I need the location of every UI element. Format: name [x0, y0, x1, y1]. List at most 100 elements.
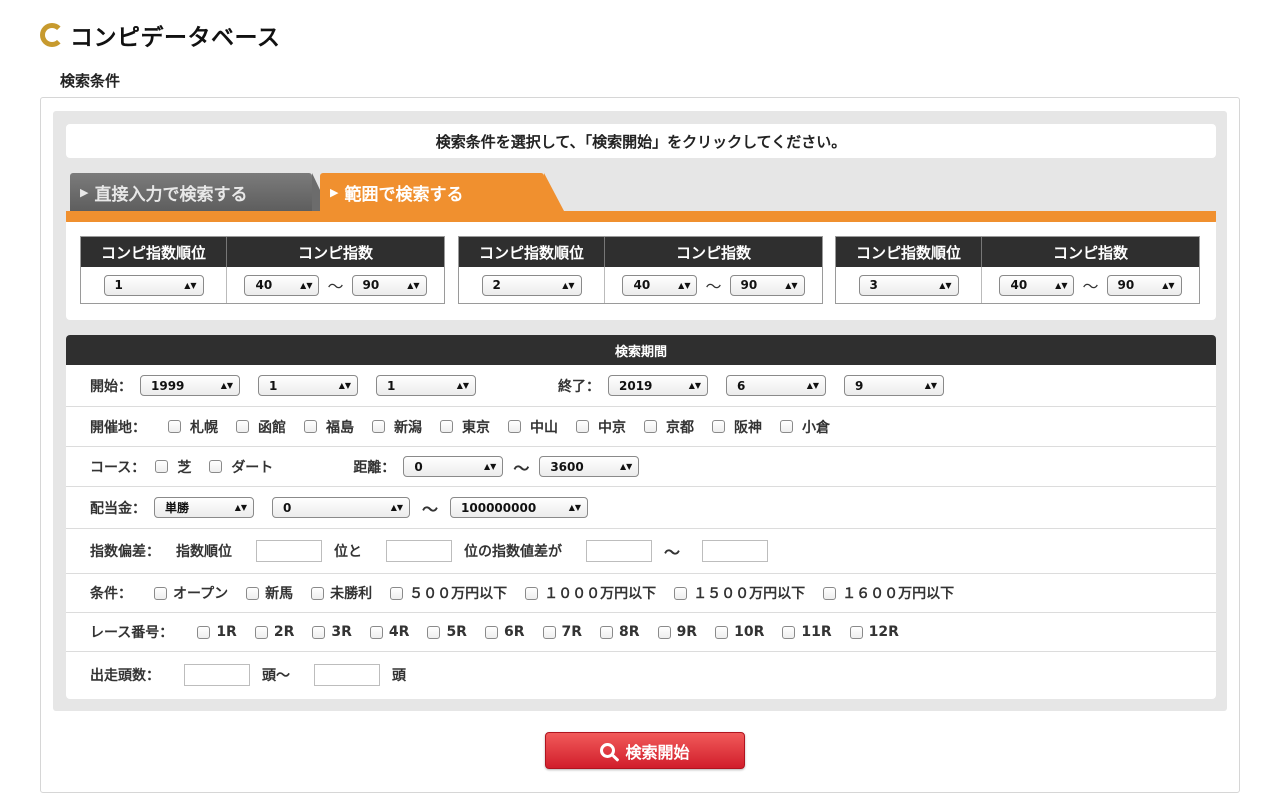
race-number-checkbox[interactable]: 2R	[254, 624, 294, 640]
venue-checkbox[interactable]: 中山	[508, 417, 558, 437]
condition-checkbox[interactable]: １５００万円以下	[674, 583, 805, 603]
venue-checkbox[interactable]: 阪神	[712, 417, 762, 437]
race-number-checkbox[interactable]: 1R	[197, 624, 237, 640]
deviation-min-input[interactable]	[586, 540, 652, 562]
race-number-checkbox[interactable]: 10R	[715, 624, 764, 640]
c-logo-icon	[40, 23, 64, 47]
runners-mid-label: 頭〜	[262, 667, 290, 684]
deviation-rank-b-input[interactable]	[386, 540, 452, 562]
condition-label: 条件：	[90, 586, 132, 602]
venue-checkbox[interactable]: 函館	[236, 417, 286, 437]
runners-min-input[interactable]	[184, 663, 250, 686]
start-label: 開始：	[90, 378, 132, 395]
tab-label: 直接入力で検索する	[94, 184, 248, 205]
rank-select[interactable]: 2 ▲▼	[481, 274, 582, 296]
select-arrows-icon: ▲▼	[390, 503, 403, 512]
index-header: コンピ指数	[1052, 243, 1128, 262]
select-arrows-icon: ▲▼	[300, 280, 313, 290]
select-arrows-icon: ▲▼	[806, 381, 819, 390]
select-arrows-icon: ▲▼	[568, 503, 582, 512]
deviation-row: 指数偏差： 指数順位 位と 位の指数値差が 〜	[66, 529, 1216, 574]
end-day-select[interactable]: 9 ▲▼	[844, 375, 944, 396]
venue-label: 開催地：	[90, 419, 146, 436]
condition-checkbox[interactable]: １０００万円以下	[525, 583, 656, 603]
select-arrows-icon: ▲▼	[688, 381, 701, 390]
index-table-2: コンピ指数順位 コンピ指数 2 ▲▼ 40 ▲▼ 〜 90 ▲▼	[458, 236, 823, 304]
payout-max-select[interactable]: 100000000 ▲▼	[450, 497, 589, 518]
select-arrows-icon: ▲▼	[407, 280, 420, 290]
index-max-select[interactable]: 90 ▲▼	[1106, 274, 1182, 296]
race-number-label: レース番号：	[90, 625, 174, 641]
search-start-button[interactable]: 検索開始	[545, 732, 745, 769]
course-checkbox[interactable]: ダート	[209, 457, 273, 477]
venue-checkbox[interactable]: 東京	[440, 417, 490, 437]
payout-type-select[interactable]: 単勝 ▲▼	[154, 497, 254, 518]
deviation-rank-a-input[interactable]	[256, 540, 322, 562]
end-month-select[interactable]: 6 ▲▼	[726, 375, 826, 396]
race-number-checkbox[interactable]: 7R	[542, 624, 582, 640]
venue-checkbox[interactable]: 中京	[576, 417, 626, 437]
rank-select[interactable]: 3 ▲▼	[858, 274, 959, 296]
race-number-checkbox[interactable]: 6R	[484, 624, 525, 640]
deviation-diff-label: 位の指数値差が	[464, 544, 562, 560]
search-mode-tabs: ▶ 直接入力で検索する ▶ 範囲で検索する	[66, 170, 1216, 223]
page-title: コンピデータベース	[40, 18, 280, 52]
runners-max-input[interactable]	[314, 663, 380, 686]
runners-row: 出走頭数： 頭〜 頭	[66, 652, 1216, 697]
condition-checkbox[interactable]: オープン	[154, 583, 228, 603]
select-arrows-icon: ▲▼	[234, 503, 247, 512]
index-min-select[interactable]: 40 ▲▼	[244, 274, 320, 296]
deviation-max-input[interactable]	[702, 540, 769, 562]
select-arrows-icon: ▲▼	[338, 381, 351, 390]
condition-checkbox[interactable]: 新馬	[246, 583, 293, 603]
race-number-checkbox[interactable]: 11R	[782, 624, 832, 640]
end-year-select[interactable]: 2019 ▲▼	[608, 375, 708, 396]
section-label: 検索条件	[60, 72, 121, 90]
distance-min-select[interactable]: 0 ▲▼	[403, 456, 504, 477]
tab-range-search[interactable]: ▶ 範囲で検索する	[320, 173, 564, 211]
period-header: 検索期間	[66, 335, 1216, 365]
select-arrows-icon: ▲▼	[785, 280, 798, 290]
index-min-select[interactable]: 40 ▲▼	[622, 274, 698, 296]
rank-header: コンピ指数順位	[81, 237, 227, 267]
condition-checkbox[interactable]: 未勝利	[311, 583, 372, 603]
index-min-select[interactable]: 40 ▲▼	[999, 274, 1075, 296]
race-number-checkbox[interactable]: 4R	[369, 624, 409, 640]
select-arrows-icon: ▲▼	[220, 381, 233, 390]
venue-checkbox[interactable]: 札幌	[168, 417, 218, 437]
race-number-checkbox[interactable]: 5R	[427, 624, 467, 640]
tab-direct-input[interactable]: ▶ 直接入力で検索する	[70, 173, 330, 211]
distance-max-select[interactable]: 3600 ▲▼	[539, 456, 640, 477]
select-arrows-icon: ▲▼	[678, 280, 691, 290]
search-period-panel: 検索期間 開始： 1999 ▲▼ 1 ▲▼ 1 ▲▼ 終了： 2019 ▲▼ 6 ▲▼ 9…	[66, 335, 1216, 699]
select-arrows-icon: ▲▼	[620, 462, 633, 471]
venue-checkbox[interactable]: 京都	[644, 417, 694, 437]
payout-label: 配当金：	[90, 500, 146, 517]
start-year-select[interactable]: 1999 ▲▼	[140, 375, 240, 396]
condition-checkbox[interactable]: １６００万円以下	[823, 583, 954, 603]
race-number-checkbox[interactable]: 9R	[657, 624, 697, 640]
instruction-text: 検索条件を選択して、「検索開始」をクリックしてください。	[66, 124, 1216, 158]
race-number-checkbox[interactable]: 12R	[849, 624, 899, 640]
index-max-select[interactable]: 90 ▲▼	[351, 274, 427, 296]
start-month-select[interactable]: 1 ▲▼	[258, 375, 358, 396]
index-max-select[interactable]: 90 ▲▼	[729, 274, 805, 296]
range-tilde: 〜	[664, 543, 681, 562]
venue-checkbox[interactable]: 小倉	[780, 417, 830, 437]
index-header: コンピ指数	[675, 243, 751, 262]
race-number-checkbox[interactable]: 3R	[312, 624, 352, 640]
condition-checkbox[interactable]: ５００万円以下	[390, 583, 507, 603]
venue-checkbox[interactable]: 福島	[304, 417, 354, 437]
tab-label: 範囲で検索する	[344, 184, 464, 205]
distance-label: 距離：	[353, 459, 396, 476]
start-day-select[interactable]: 1 ▲▼	[376, 375, 476, 396]
race-number-checkbox[interactable]: 8R	[600, 624, 640, 640]
course-row: コース： 芝 ダート 距離： 0 ▲▼ 〜 3600 ▲▼	[66, 447, 1216, 487]
payout-min-select[interactable]: 0 ▲▼	[272, 497, 410, 518]
venue-checkbox[interactable]: 新潟	[372, 417, 422, 437]
rank-select[interactable]: 1 ▲▼	[103, 274, 204, 296]
range-tilde: 〜	[327, 277, 344, 296]
course-checkbox[interactable]: 芝	[155, 457, 191, 477]
deviation-and-label: 位と	[334, 544, 362, 560]
select-arrows-icon: ▲▼	[456, 381, 469, 390]
